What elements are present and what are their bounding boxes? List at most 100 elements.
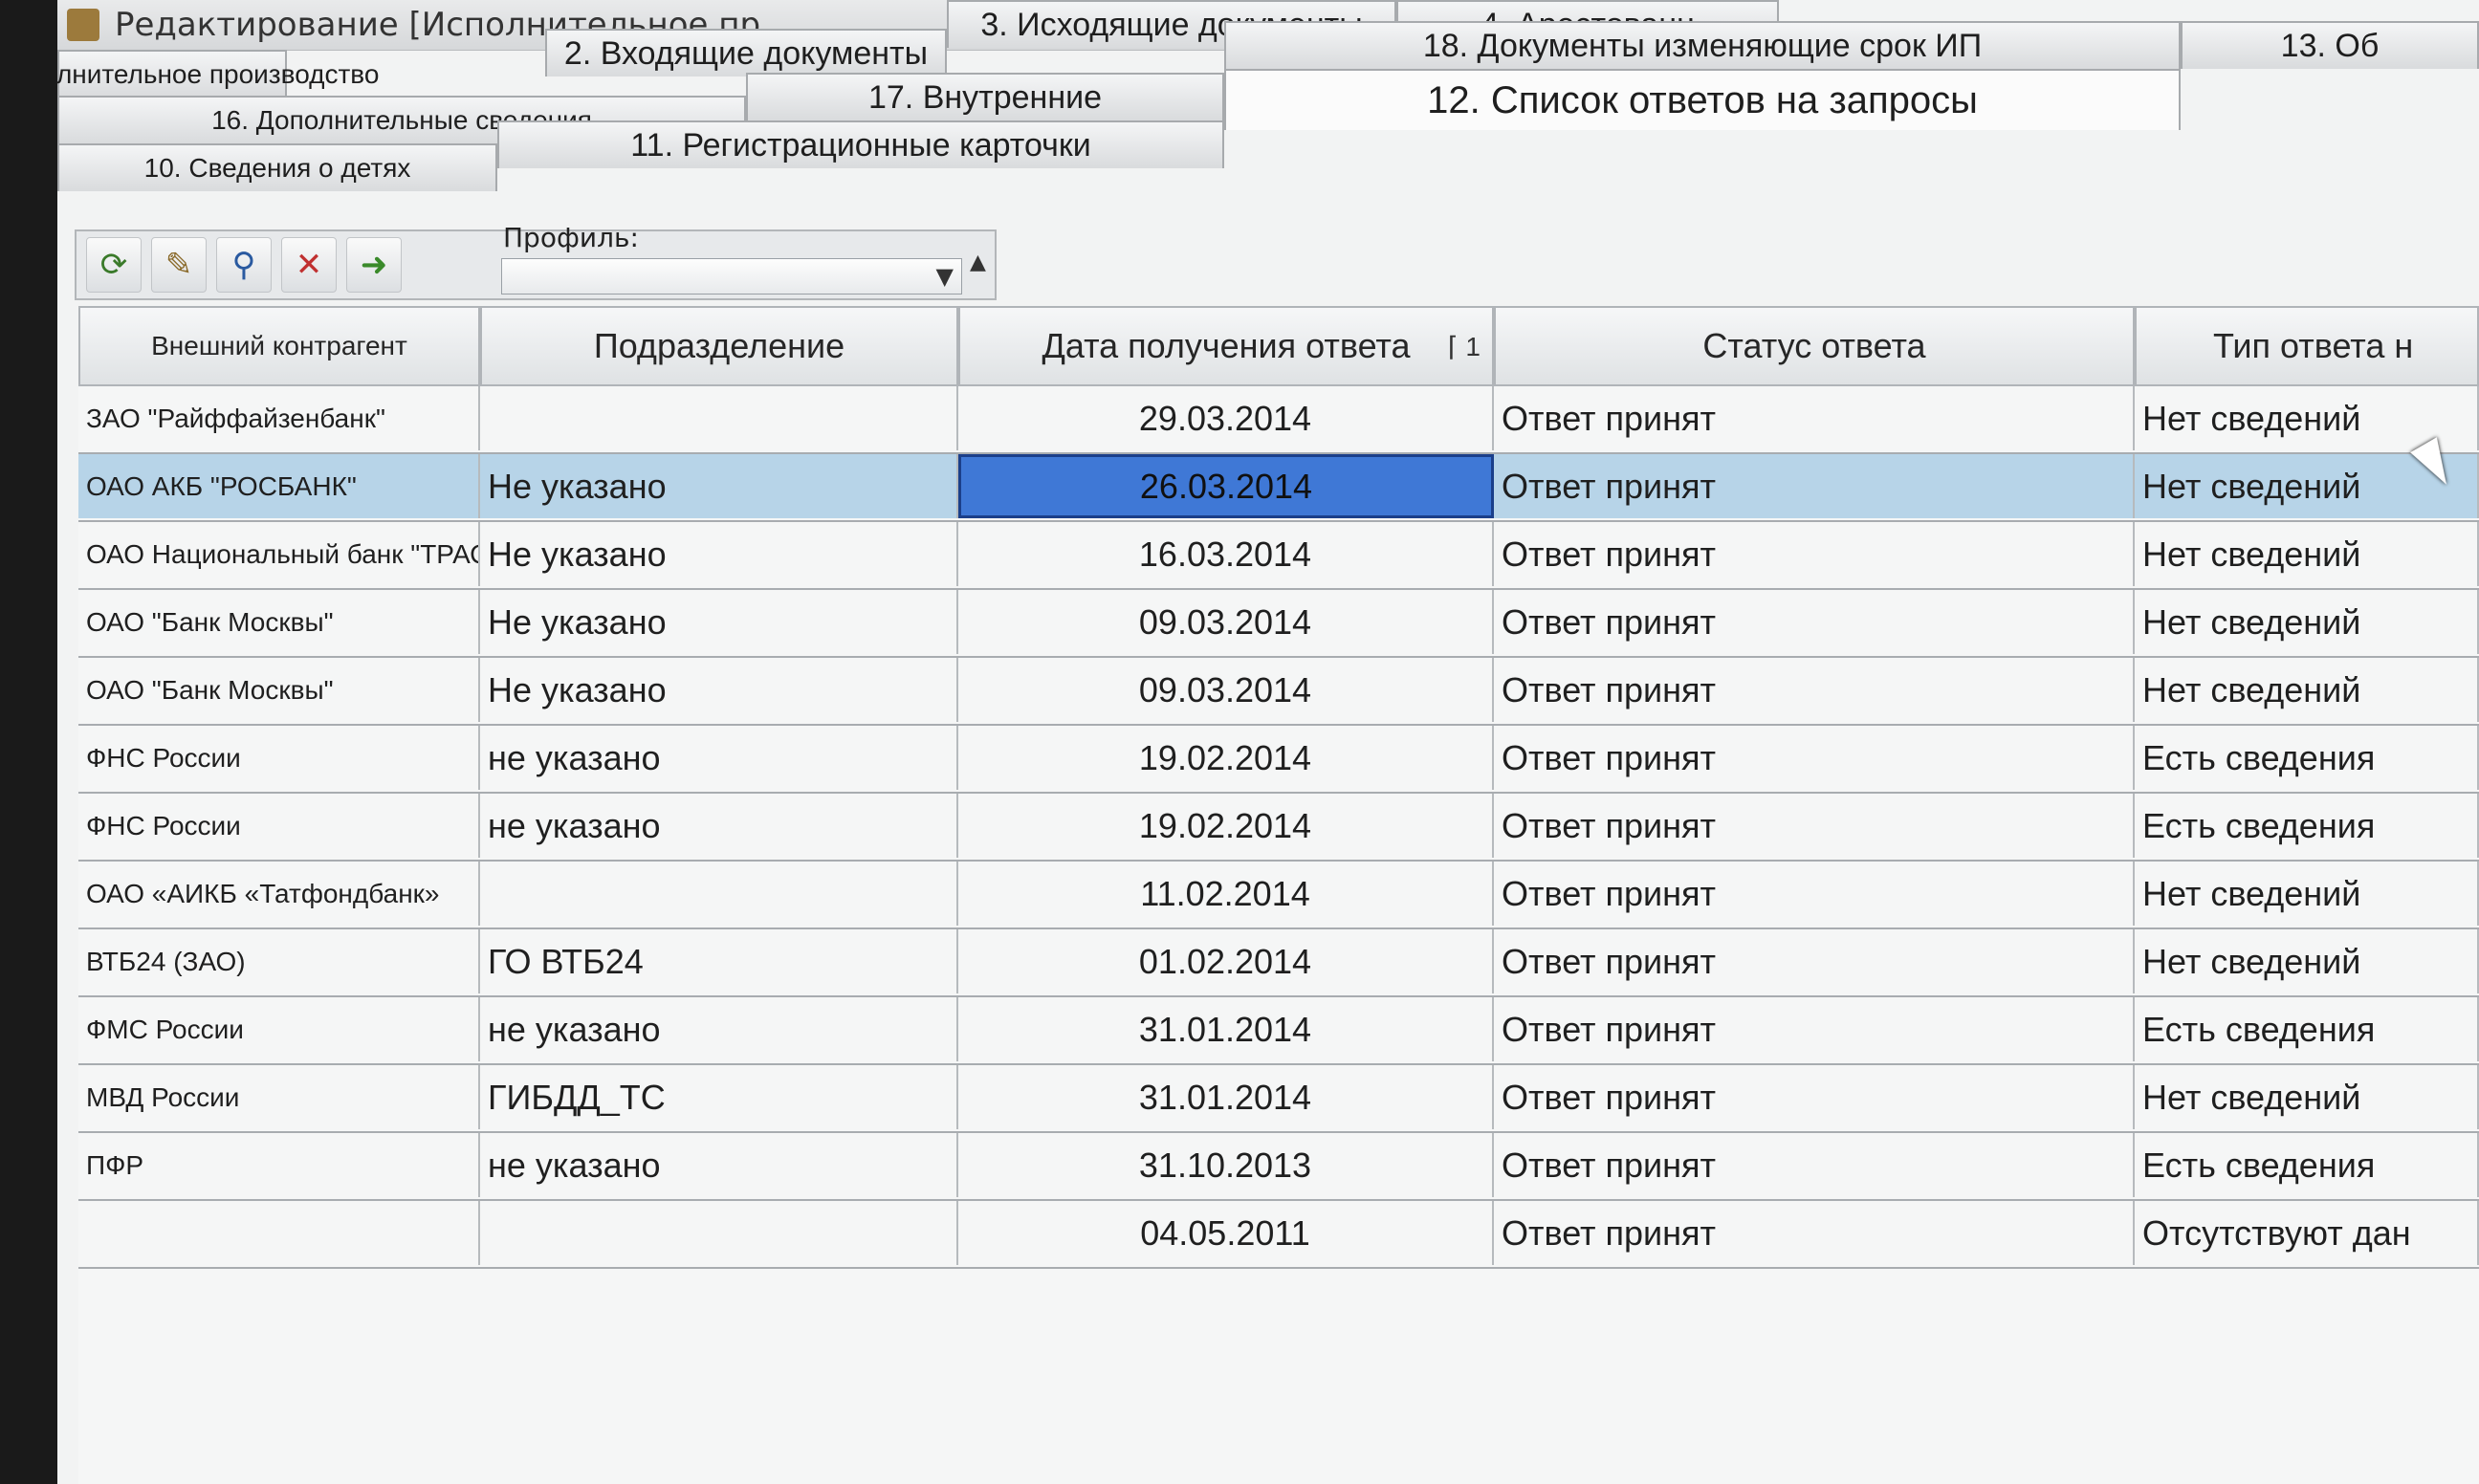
table-row[interactable]: 04.05.2011 Ответ принят Отсутствуют дан (78, 1201, 2479, 1269)
cell-counterparty[interactable]: ОАО Национальный банк "ТРАСТ" (78, 522, 480, 586)
edit-icon[interactable]: ✎ (151, 237, 207, 293)
cell-response-date[interactable]: 11.02.2014 (958, 862, 1494, 926)
cell-response-date[interactable]: 19.02.2014 (958, 794, 1494, 858)
tab-2-incoming[interactable]: 2. Входящие документы (545, 29, 947, 76)
cell-response-date[interactable]: 31.01.2014 (958, 1065, 1494, 1129)
cell-counterparty[interactable] (78, 1201, 480, 1265)
table-row[interactable]: ОАО «АИКБ «Татфондбанк» 11.02.2014 Ответ п… (78, 862, 2479, 929)
export-icon[interactable]: ➜ (346, 237, 402, 293)
cell-department[interactable]: Не указано (480, 454, 958, 518)
tab-label: 10. Сведения о детях (143, 153, 411, 183)
cell-status[interactable]: Ответ принят (1494, 862, 2135, 926)
cell-counterparty[interactable]: ФНС России (78, 726, 480, 790)
cell-status[interactable]: Ответ принят (1494, 997, 2135, 1061)
table-row[interactable]: ФМС России не указано 31.01.2014 Ответ прин… (78, 997, 2479, 1065)
cell-status[interactable]: Ответ принят (1494, 929, 2135, 993)
cell-type[interactable]: Нет сведений (2135, 590, 2479, 654)
table-row[interactable]: ОАО "Банк Москвы" Не указано 09.03.2014 Отв… (78, 590, 2479, 658)
cell-type[interactable]: Отсутствуют дан (2135, 1201, 2479, 1265)
cell-type[interactable]: Есть сведения (2135, 1133, 2479, 1197)
cell-department[interactable]: ГО ВТБ24 (480, 929, 958, 993)
tab-10-children[interactable]: 10. Сведения о детях (57, 143, 497, 191)
cell-department[interactable] (480, 1201, 958, 1265)
column-header-type[interactable]: Тип ответа н (2135, 306, 2479, 386)
cell-response-date[interactable]: 01.02.2014 (958, 929, 1494, 993)
cell-counterparty[interactable]: ФМС России (78, 997, 480, 1061)
table-row[interactable]: ОАО Национальный банк "ТРАСТ" Не указано 1… (78, 522, 2479, 590)
column-header-status[interactable]: Статус ответа (1494, 306, 2135, 386)
cell-type[interactable]: Нет сведений (2135, 386, 2479, 450)
cell-response-date[interactable]: 26.03.2014 (958, 454, 1494, 518)
cell-type[interactable]: Нет сведений (2135, 658, 2479, 722)
collapse-icon[interactable]: ▲ (970, 251, 986, 274)
cell-type[interactable]: Нет сведений (2135, 929, 2479, 993)
cell-type[interactable]: Есть сведения (2135, 794, 2479, 858)
cell-counterparty[interactable]: ФНС России (78, 794, 480, 858)
cell-status[interactable]: Ответ принят (1494, 1133, 2135, 1197)
cell-response-date[interactable]: 31.10.2013 (958, 1133, 1494, 1197)
cell-department[interactable]: не указано (480, 997, 958, 1061)
column-header-counterparty[interactable]: Внешний контрагент (78, 306, 480, 386)
tab-1-enforcement[interactable]: 1. Исполнительное производство (57, 50, 379, 98)
table-row[interactable]: ЗАО "Райффайзенбанк" 29.03.2014 Ответ прин… (78, 386, 2479, 454)
table-row[interactable]: ВТБ24 (ЗАО) ГО ВТБ24 01.02.2014 Ответ приня… (78, 929, 2479, 997)
cell-department[interactable]: не указано (480, 1133, 958, 1197)
cell-department[interactable] (480, 862, 958, 926)
cell-response-date[interactable]: 31.01.2014 (958, 997, 1494, 1061)
tab-13[interactable]: 13. Об (2181, 21, 2479, 69)
cell-department[interactable]: Не указано (480, 658, 958, 722)
cell-department[interactable]: ГИБДД_ТС (480, 1065, 958, 1129)
column-header-response-date[interactable]: Дата получения ответа ⌈ 1 (958, 306, 1494, 386)
app-icon (67, 9, 99, 41)
table-row[interactable]: МВД России ГИБДД_ТС 31.01.2014 Ответ принят… (78, 1065, 2479, 1133)
cell-counterparty[interactable]: ВТБ24 (ЗАО) (78, 929, 480, 993)
cell-status[interactable]: Ответ принят (1494, 1201, 2135, 1265)
cell-response-date[interactable]: 09.03.2014 (958, 590, 1494, 654)
cell-counterparty[interactable]: ОАО "Банк Москвы" (78, 658, 480, 722)
cell-counterparty[interactable]: МВД России (78, 1065, 480, 1129)
cell-department[interactable]: Не указано (480, 590, 958, 654)
cell-status[interactable]: Ответ принят (1494, 726, 2135, 790)
tab-12-responses[interactable]: 12. Список ответов на запросы (1224, 69, 2181, 130)
cell-type[interactable]: Нет сведений (2135, 522, 2479, 586)
cell-counterparty[interactable]: ЗАО "Райффайзенбанк" (78, 386, 480, 450)
cell-status[interactable]: Ответ принят (1494, 386, 2135, 450)
cell-status[interactable]: Ответ принят (1494, 1065, 2135, 1129)
cell-response-date[interactable]: 16.03.2014 (958, 522, 1494, 586)
cell-counterparty[interactable]: ОАО "Банк Москвы" (78, 590, 480, 654)
cell-status[interactable]: Ответ принят (1494, 522, 2135, 586)
table-row[interactable]: ФНС России не указано 19.02.2014 Ответ прин… (78, 794, 2479, 862)
cell-type[interactable]: Есть сведения (2135, 726, 2479, 790)
cell-status[interactable]: Ответ принят (1494, 590, 2135, 654)
table-row[interactable]: ФНС России не указано 19.02.2014 Ответ прин… (78, 726, 2479, 794)
cell-department[interactable] (480, 386, 958, 450)
column-header-department[interactable]: Подразделение (480, 306, 958, 386)
tab-17-internal[interactable]: 17. Внутренние (746, 73, 1224, 120)
cell-response-date[interactable]: 09.03.2014 (958, 658, 1494, 722)
sort-order: 1 (1465, 332, 1481, 361)
cell-type[interactable]: Нет сведений (2135, 862, 2479, 926)
cell-status[interactable]: Ответ принят (1494, 658, 2135, 722)
refresh-icon[interactable]: ⟳ (86, 237, 142, 293)
search-icon[interactable]: ⚲ (216, 237, 272, 293)
table-row[interactable]: ПФР не указано 31.10.2013 Ответ принят Есть … (78, 1133, 2479, 1201)
profile-dropdown[interactable]: ▼ (501, 258, 962, 295)
cell-counterparty[interactable]: ОАО АКБ "РОСБАНК" (78, 454, 480, 518)
cell-response-date[interactable]: 04.05.2011 (958, 1201, 1494, 1265)
table-row[interactable]: ОАО "Банк Москвы" Не указано 09.03.2014 Отв… (78, 658, 2479, 726)
cell-department[interactable]: Не указано (480, 522, 958, 586)
cell-status[interactable]: Ответ принят (1494, 454, 2135, 518)
cell-status[interactable]: Ответ принят (1494, 794, 2135, 858)
cell-response-date[interactable]: 29.03.2014 (958, 386, 1494, 450)
cell-type[interactable]: Нет сведений (2135, 1065, 2479, 1129)
cell-counterparty[interactable]: ОАО «АИКБ «Татфондбанк» (78, 862, 480, 926)
cell-department[interactable]: не указано (480, 726, 958, 790)
search-clear-icon[interactable]: ✕ (281, 237, 337, 293)
cell-department[interactable]: не указано (480, 794, 958, 858)
tab-18-documents[interactable]: 18. Документы изменяющие срок ИП (1224, 21, 2181, 69)
cell-type[interactable]: Есть сведения (2135, 997, 2479, 1061)
cell-response-date[interactable]: 19.02.2014 (958, 726, 1494, 790)
cell-counterparty[interactable]: ПФР (78, 1133, 480, 1197)
table-row[interactable]: ОАО АКБ "РОСБАНК" Не указано 26.03.2014 Отв… (78, 454, 2479, 522)
tab-11-registration[interactable]: 11. Регистрационные карточки (497, 120, 1224, 168)
